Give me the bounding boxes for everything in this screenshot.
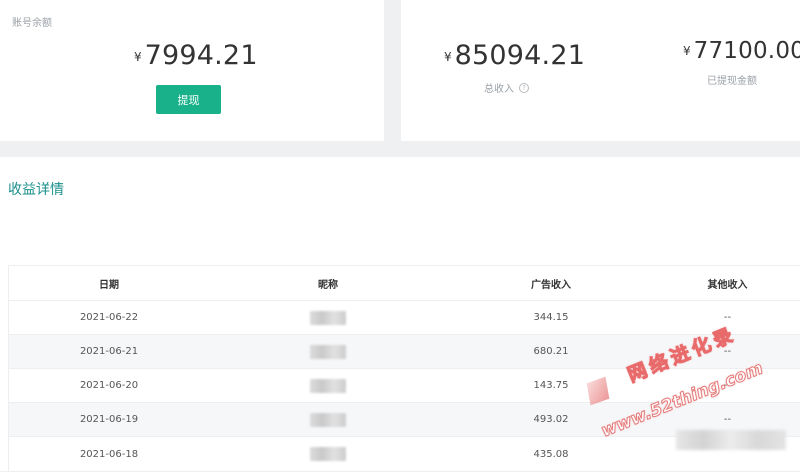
blurred-nickname (310, 412, 346, 427)
column-header-nickname: 昵称 (318, 279, 338, 291)
ad-income-cell: 344.15 (533, 312, 569, 323)
withdraw-button[interactable]: 提现 (156, 85, 221, 114)
other-income-cell: -- (723, 380, 732, 391)
other-income-cell: -- (723, 346, 732, 357)
date-cell: 2021-06-20 (79, 380, 139, 391)
date-cell: 2021-06-19 (79, 414, 139, 425)
column-header-date: 日期 (99, 279, 119, 291)
other-income-cell: -- (723, 414, 732, 425)
section-title: 收益详情 (8, 182, 64, 198)
nickname-cell (209, 412, 447, 427)
blurred-nickname (310, 378, 346, 393)
ad-income-cell: 143.75 (533, 380, 569, 391)
total-income-label-row: 总收入 ? (484, 80, 529, 95)
table-row: 2021-06-22 344.15 -- (9, 301, 800, 335)
blurred-nickname (310, 447, 346, 461)
total-income-label: 总收入 (484, 84, 514, 95)
currency-symbol: ¥ (134, 50, 142, 64)
nickname-cell (209, 344, 447, 359)
nickname-cell (209, 447, 447, 461)
withdrawn-label: 已提现金额 (707, 76, 757, 87)
table-row: 2021-06-20 143.75 -- (9, 369, 800, 403)
table-row: 2021-06-21 680.21 -- (9, 335, 800, 369)
balance-amount: ¥ 7994.21 (134, 40, 258, 71)
blurred-nickname (310, 310, 346, 325)
balance-label: 账号余额 (12, 18, 52, 29)
withdrawn-value: 77100.00 (693, 38, 800, 64)
column-header-ad-income: 广告收入 (531, 279, 571, 291)
income-details-card: 收益详情 日期 昵称 广告收入 其他收入 2021-06-22 344.15 -… (0, 157, 800, 472)
column-header-other-income: 其他收入 (707, 279, 748, 291)
currency-symbol: ¥ (683, 44, 691, 58)
total-income-value: 85094.21 (454, 40, 586, 71)
total-income-amount: ¥ 85094.21 (444, 40, 585, 71)
blurred-nickname (310, 344, 346, 359)
balance-card: 账号余额 ¥ 7994.21 提现 (0, 0, 384, 141)
currency-symbol: ¥ (444, 50, 452, 64)
table-header: 日期 昵称 广告收入 其他收入 (9, 266, 800, 301)
withdrawn-amount: ¥ 77100.00 (683, 38, 800, 64)
other-income-cell: -- (723, 312, 732, 323)
ad-income-cell: 680.21 (533, 346, 569, 357)
help-icon[interactable]: ? (519, 82, 529, 93)
date-cell: 2021-06-18 (79, 448, 139, 460)
date-cell: 2021-06-22 (79, 312, 139, 323)
nickname-cell (209, 378, 447, 393)
nickname-cell (209, 310, 447, 325)
blurred-region (676, 430, 786, 450)
date-cell: 2021-06-21 (79, 346, 139, 357)
ad-income-cell: 493.02 (533, 414, 569, 425)
ad-income-cell: 435.08 (533, 448, 569, 460)
balance-value: 7994.21 (144, 40, 258, 71)
